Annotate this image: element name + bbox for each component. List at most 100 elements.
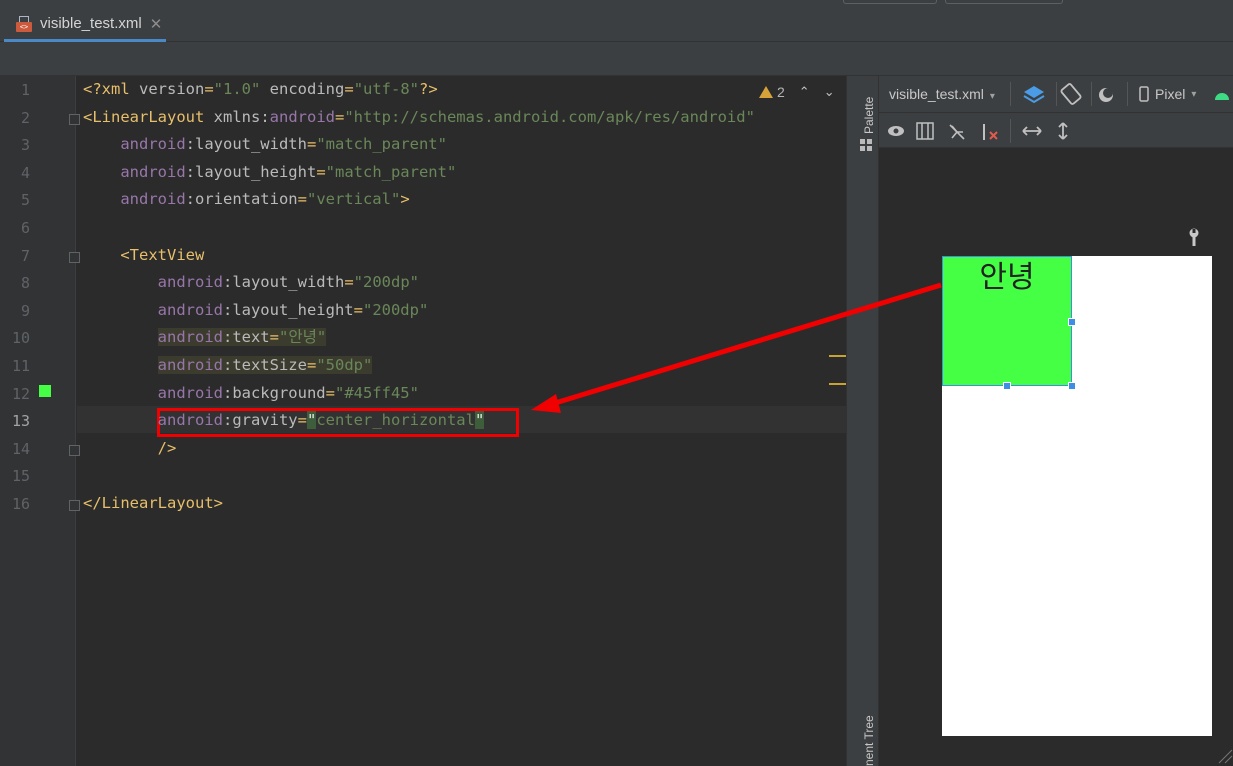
line-number: 7 (20, 246, 30, 265)
view-options-icon[interactable] (887, 124, 909, 138)
code-token: ?> (419, 80, 438, 98)
code-line[interactable]: android:orientation="vertical"> (83, 186, 410, 213)
code-line[interactable]: android:textSize="50dp" (83, 352, 373, 379)
resize-grip-icon[interactable] (1217, 748, 1233, 764)
code-token: " (306, 411, 317, 430)
code-editor[interactable]: 2 ⌃ ⌄ <?xml version="1.0" encoding="utf-… (77, 76, 846, 766)
code-token: :layout_height (222, 300, 354, 319)
breadcrumb-bar (0, 42, 1233, 76)
device-select[interactable]: Pixel ▾ (1139, 86, 1196, 102)
code-token: :text (222, 328, 270, 347)
code-token: = (325, 383, 335, 402)
android-icon[interactable] (1213, 88, 1231, 102)
code-line[interactable]: android:gravity="center_horizontal" (83, 407, 485, 434)
top-toolbar-button[interactable] (843, 0, 937, 4)
line-number: 6 (20, 219, 30, 237)
preview-textview[interactable]: 안녕 (942, 256, 1072, 386)
code-line[interactable]: <TextView (83, 242, 204, 269)
code-line[interactable]: android:layout_height="200dp" (83, 297, 429, 324)
code-token: = (306, 135, 317, 154)
tab-title: visible_test.xml (40, 15, 142, 32)
code-token: android (269, 107, 335, 126)
code-line[interactable]: android:background="#45ff45" (83, 380, 419, 407)
design-toolbar: visible_test.xml ▾ Pixel ▾ (879, 76, 1233, 113)
code-token: :layout_width (185, 135, 307, 154)
autoconnect-off-icon[interactable] (947, 122, 967, 142)
code-line[interactable]: android:layout_width="200dp" (83, 269, 419, 296)
code-line[interactable]: android:text="안녕" (83, 324, 327, 351)
code-token: "vertical" (306, 190, 401, 209)
warning-count: 2 (777, 84, 785, 100)
line-number-gutter: 1 2 3 4 5 6 7 8 9 10 11 12 13 14 15 16 (0, 76, 76, 766)
palette-tab[interactable]: Palette (862, 97, 876, 134)
code-token: " (474, 411, 485, 430)
resize-handle[interactable] (1068, 318, 1076, 326)
line-number: 2 (20, 108, 30, 127)
next-highlight-icon[interactable]: ⌄ (824, 84, 835, 100)
line-number: 1 (20, 81, 30, 99)
wrench-icon[interactable] (1187, 228, 1201, 248)
code-token: > (400, 190, 410, 209)
code-token: encoding (260, 80, 345, 98)
theme-icon[interactable] (1097, 85, 1117, 105)
design-side-strip: Palette nent Tree (846, 76, 879, 766)
code-line[interactable]: <?xml version="1.0" encoding="utf-8"?> (83, 76, 438, 103)
resize-handle[interactable] (1068, 382, 1076, 390)
line-number: 5 (20, 191, 30, 210)
code-token: = (269, 328, 279, 347)
horizontal-resize-icon[interactable] (1021, 124, 1043, 138)
code-token: android (157, 356, 223, 374)
code-token: <?xml (83, 80, 139, 98)
code-line[interactable]: </LinearLayout> (83, 490, 223, 517)
fold-marker-icon[interactable] (69, 113, 80, 125)
resize-handle[interactable] (1003, 382, 1011, 390)
code-token: = (297, 190, 307, 209)
component-tree-tab[interactable]: nent Tree (862, 715, 876, 766)
fold-marker-icon[interactable] (69, 251, 80, 263)
xml-file-icon: <> (16, 15, 34, 33)
warning-icon (759, 86, 773, 98)
code-token: :layout_height (185, 162, 317, 181)
code-token: <TextView (120, 245, 205, 264)
code-line[interactable]: <LinearLayout xmlns:android="http://sche… (83, 104, 755, 131)
close-icon[interactable]: ✕ (150, 15, 163, 33)
color-swatch-icon[interactable] (39, 385, 51, 397)
warning-stripe-marker[interactable] (829, 383, 846, 385)
vertical-resize-icon[interactable] (1056, 121, 1070, 141)
file-select[interactable]: visible_test.xml ▾ (889, 86, 995, 102)
fold-marker-icon[interactable] (69, 500, 80, 511)
code-line[interactable]: android:layout_width="match_parent" (83, 131, 447, 158)
code-line[interactable]: /> (83, 435, 177, 462)
warning-stripe-marker[interactable] (829, 355, 846, 357)
blueprint-icon[interactable] (916, 122, 934, 140)
previous-highlight-icon[interactable]: ⌃ (799, 84, 810, 100)
clear-constraints-icon[interactable] (980, 122, 1000, 142)
code-line[interactable]: android:layout_height="match_parent" (83, 159, 456, 186)
inspection-widget[interactable]: 2 ⌃ ⌄ (759, 84, 835, 100)
code-token: "match_parent" (316, 135, 447, 154)
code-token: = (353, 300, 363, 319)
layers-icon[interactable] (1022, 83, 1046, 107)
line-number: 8 (20, 274, 30, 293)
code-token: "200dp" (353, 273, 419, 292)
code-token: /> (157, 438, 177, 457)
code-token: xmlns: (213, 107, 270, 126)
code-token: android (157, 300, 223, 319)
phone-icon (1139, 86, 1149, 102)
rotate-device-icon[interactable] (1059, 82, 1083, 106)
code-token: android (120, 135, 186, 154)
code-token: "match_parent" (325, 162, 457, 181)
top-toolbar-button[interactable] (945, 0, 1063, 4)
fold-marker-icon[interactable] (69, 444, 80, 456)
line-number: 10 (11, 329, 30, 348)
line-number: 9 (20, 301, 30, 320)
code-token: android (157, 411, 223, 430)
tab-visible-test-xml[interactable]: <> visible_test.xml ✕ (4, 8, 166, 42)
device-preview[interactable]: 안녕 (942, 256, 1212, 736)
line-number: 4 (20, 163, 30, 182)
